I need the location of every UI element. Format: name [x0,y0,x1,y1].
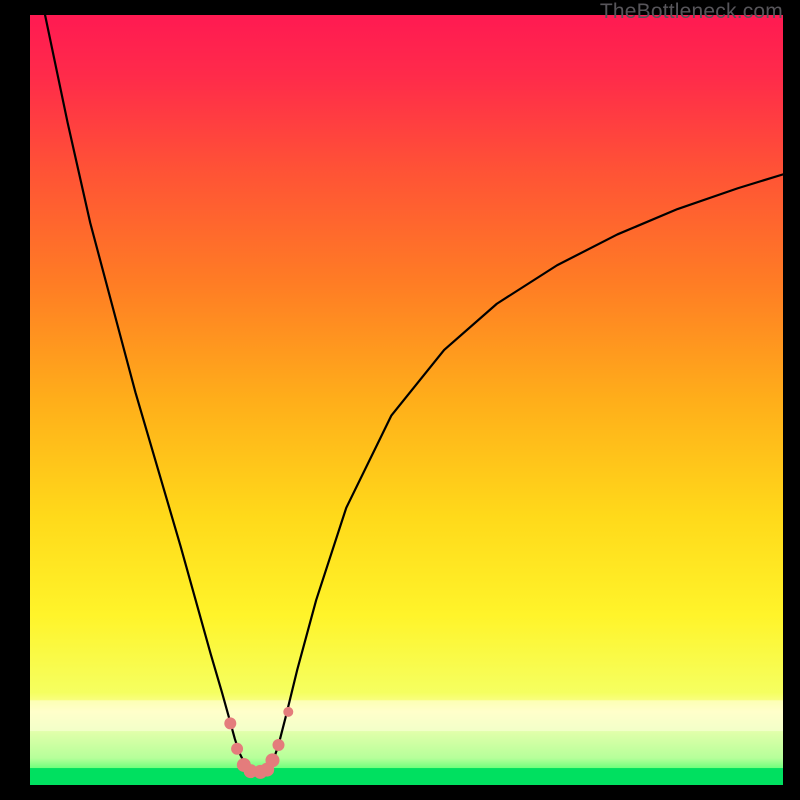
valley-marker [283,707,293,717]
valley-marker [265,753,279,767]
green-band [30,768,783,785]
yellow-band [30,700,783,731]
valley-marker [231,743,243,755]
gradient-bg [30,15,783,785]
chart-frame: TheBottleneck.com [0,0,800,800]
valley-marker [272,739,284,751]
watermark-text: TheBottleneck.com [600,0,783,24]
plot-area [30,15,783,785]
chart-svg [30,15,783,785]
valley-marker [224,717,236,729]
